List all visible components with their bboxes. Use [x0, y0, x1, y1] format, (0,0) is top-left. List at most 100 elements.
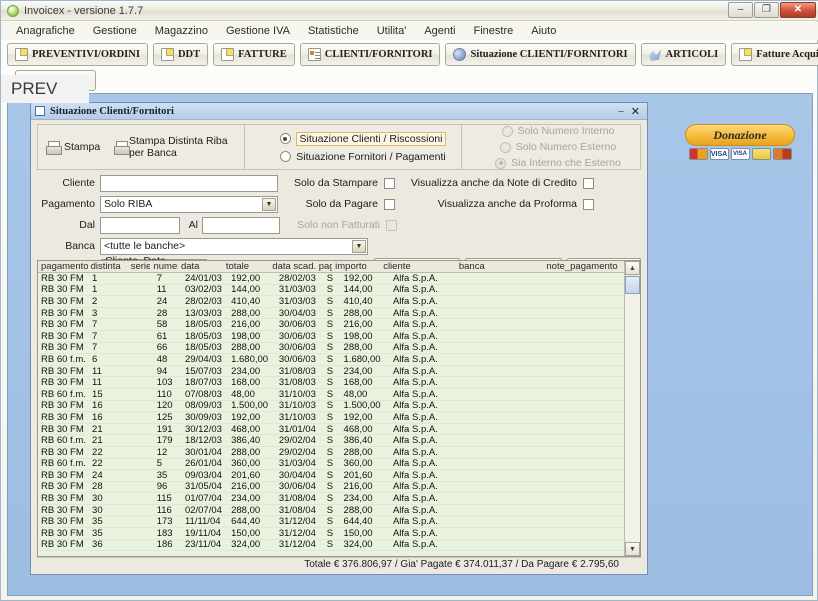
table-row[interactable]: RB 30 FM3011602/07/04288,0031/08/04S288,…	[38, 505, 640, 517]
filter-fields-area: Cliente Solo da Stampare Visualizza anch…	[37, 174, 641, 256]
stampa-distinta-riba-button[interactable]: Stampa Distinta Riba per Banca	[114, 135, 244, 159]
radio-sia-interno-che-esterno: Sia Interno che Esterno	[495, 157, 621, 169]
cell-totale: 468,00	[228, 424, 276, 435]
cell-cliente: Alfa S.p.A.	[390, 447, 468, 458]
grid-column-header-note_pagamento[interactable]: note_pagamento	[543, 261, 623, 272]
grid-column-header-cliente[interactable]: cliente	[380, 261, 456, 272]
visualizza-note-credito-checkbox[interactable]	[583, 178, 594, 189]
cell-data: 11/11/04	[182, 516, 228, 527]
solo-da-pagare-checkbox[interactable]	[384, 199, 395, 210]
menu-item-statistiche[interactable]: Statistiche	[299, 23, 368, 39]
toolbar-button-ddt[interactable]: DDT	[153, 43, 208, 66]
scroll-down-button[interactable]: ▼	[625, 542, 640, 556]
table-row[interactable]: RB 60 f.m.1511007/08/0348,0031/10/03S48,…	[38, 389, 640, 401]
minimize-button[interactable]: –	[728, 2, 753, 18]
toolbar-button-situazione-clienti-fornitori[interactable]: Situazione CLIENTI/FORNITORI	[445, 43, 635, 66]
cell-numero: 24	[154, 296, 182, 307]
dialog-close-button[interactable]: ✕	[631, 105, 640, 118]
cell-pagamento: RB 30 FM	[38, 296, 89, 307]
menu-item-gestione[interactable]: Gestione	[84, 23, 146, 39]
cliente-input[interactable]	[100, 175, 278, 192]
cell-pagamento: RB 30 FM	[38, 331, 89, 342]
cell-distinta: 16	[89, 412, 130, 423]
cell-pagamento: RB 30 FM	[38, 308, 89, 319]
table-row[interactable]: RB 30 FM3618623/11/04324,0031/12/04S324,…	[38, 540, 640, 552]
scroll-up-button[interactable]: ▲	[625, 261, 640, 275]
pagamento-select[interactable]: Solo RIBA ▼	[100, 196, 278, 213]
table-row[interactable]: RB 30 FM1724/01/03192,0028/02/03S192,00A…	[38, 273, 640, 285]
table-row[interactable]: RB 30 FM3517311/11/04644,4031/12/04S644,…	[38, 516, 640, 528]
grid-column-header-importo[interactable]: importo	[332, 261, 380, 272]
toolbar-button-articoli[interactable]: ARTICOLI	[641, 43, 727, 66]
table-row[interactable]: RB 30 FM32813/03/03288,0030/04/03S288,00…	[38, 308, 640, 320]
toolbar-button-fatture[interactable]: FATTURE	[213, 43, 295, 66]
toolbar-button-preventivi-ordini[interactable]: PREVENTIVI/ORDINI	[7, 43, 148, 66]
grid-column-header-distinta[interactable]: distinta	[88, 261, 128, 272]
grid-column-header-pagamento[interactable]: pagamento	[38, 261, 88, 272]
menu-item-finestre[interactable]: Finestre	[465, 23, 523, 39]
table-row[interactable]: RB 30 FM76118/05/03198,0030/06/03S198,00…	[38, 331, 640, 343]
chevron-down-icon[interactable]: ▼	[352, 240, 366, 253]
table-row[interactable]: RB 30 FM1612530/09/03192,0031/10/03S192,…	[38, 412, 640, 424]
table-row[interactable]: RB 30 FM1612008/09/031.500,0031/10/03S1.…	[38, 401, 640, 413]
cell-data_scad: 31/03/03	[276, 284, 324, 295]
grid-column-header-numero[interactable]: numero	[150, 261, 177, 272]
grid-column-header-totale[interactable]: totale	[223, 261, 269, 272]
menu-item-agenti[interactable]: Agenti	[415, 23, 464, 39]
print-actions-group: Stampa Stampa Distinta Riba per Banca	[38, 125, 244, 169]
grid-column-header-serie[interactable]: serie	[128, 261, 151, 272]
table-row[interactable]: RB 60 f.m.2117918/12/03386,4029/02/04S38…	[38, 435, 640, 447]
toolbar-button-clienti-fornitori[interactable]: CLIENTI/FORNITORI	[300, 43, 441, 66]
grid-column-header-banca[interactable]: banca	[456, 261, 544, 272]
dal-input[interactable]	[100, 217, 180, 234]
table-row[interactable]: RB 30 FM2119130/12/03468,0031/01/04S468,…	[38, 424, 640, 436]
cell-data_scad: 31/08/03	[276, 366, 324, 377]
donation-button[interactable]: Donazione	[685, 124, 795, 146]
table-row[interactable]: RB 60 f.m.64829/04/031.680,0030/06/03S1.…	[38, 354, 640, 366]
grid-column-header-data[interactable]: data	[178, 261, 223, 272]
printer-icon	[46, 141, 60, 153]
maximize-button[interactable]: ❐	[754, 2, 779, 18]
al-input[interactable]	[202, 217, 280, 234]
grid-column-header-data_scad[interactable]: data scad...	[269, 261, 315, 272]
close-button[interactable]: ✕	[780, 2, 816, 18]
dialog-minimize-button[interactable]: –	[618, 105, 624, 118]
solo-da-stampare-checkbox[interactable]	[384, 178, 395, 189]
grid-vertical-scrollbar[interactable]: ▲ ▼	[624, 261, 640, 556]
cell-data_scad: 29/02/04	[276, 435, 324, 446]
cell-data_scad: 31/12/04	[276, 516, 324, 527]
grid-column-header-pagata[interactable]: pagata	[316, 261, 332, 272]
stampa-button[interactable]: Stampa	[46, 141, 100, 153]
radio-situazione-clienti[interactable]: Situazione Clienti / Riscossioni	[280, 132, 447, 146]
scrollbar-thumb[interactable]	[625, 276, 640, 294]
table-row[interactable]: RB 30 FM1110318/07/03168,0031/08/03S168,…	[38, 377, 640, 389]
table-row[interactable]: RB 30 FM289631/05/04216,0030/06/04S216,0…	[38, 482, 640, 494]
table-row[interactable]: RB 30 FM76618/05/03288,0030/06/03S288,00…	[38, 343, 640, 355]
cell-pagata: S	[324, 412, 341, 423]
table-row[interactable]: RB 30 FM119415/07/03234,0031/08/03S234,0…	[38, 366, 640, 378]
chevron-down-icon[interactable]: ▼	[262, 198, 276, 211]
table-row[interactable]: RB 30 FM75818/05/03216,0030/06/03S216,00…	[38, 319, 640, 331]
radio-situazione-fornitori[interactable]: Situazione Fornitori / Pagamenti	[280, 151, 445, 163]
banca-select[interactable]: <tutte le banche> ▼	[100, 238, 368, 255]
cell-cliente: Alfa S.p.A.	[390, 458, 468, 469]
menu-item-utilita[interactable]: Utilita'	[368, 23, 416, 39]
table-row[interactable]: RB 30 FM3518319/11/04150,0031/12/04S150,…	[38, 528, 640, 540]
menu-item-anagrafiche[interactable]: Anagrafiche	[7, 23, 84, 39]
cell-totale: 192,00	[228, 412, 276, 423]
table-row[interactable]: RB 60 f.m.22526/01/04360,0031/03/04S360,…	[38, 459, 640, 471]
table-row[interactable]: RB 30 FM22428/02/03410,4031/03/03S410,40…	[38, 296, 640, 308]
toolbar-button-fatture-acquisto[interactable]: Fatture Acquisto	[731, 43, 818, 66]
menu-item-magazzino[interactable]: Magazzino	[146, 23, 217, 39]
table-row[interactable]: RB 30 FM221230/01/04288,0029/02/04S288,0…	[38, 447, 640, 459]
scrollbar-track[interactable]	[625, 294, 640, 541]
table-row[interactable]: RB 30 FM243509/03/04201,6030/04/04S201,6…	[38, 470, 640, 482]
visualizza-proforma-checkbox[interactable]	[583, 199, 594, 210]
visualizza-proforma-label: Visualizza anche da Proforma	[409, 198, 577, 210]
menu-item-aiuto[interactable]: Aiuto	[522, 23, 565, 39]
menu-item-gestione-iva[interactable]: Gestione IVA	[217, 23, 299, 39]
table-row[interactable]: RB 30 FM11103/02/03144,0031/03/03S144,00…	[38, 285, 640, 297]
cell-data: 24/01/03	[182, 273, 228, 284]
cell-importo: 234,00	[341, 366, 390, 377]
table-row[interactable]: RB 30 FM3011501/07/04234,0031/08/04S234,…	[38, 493, 640, 505]
